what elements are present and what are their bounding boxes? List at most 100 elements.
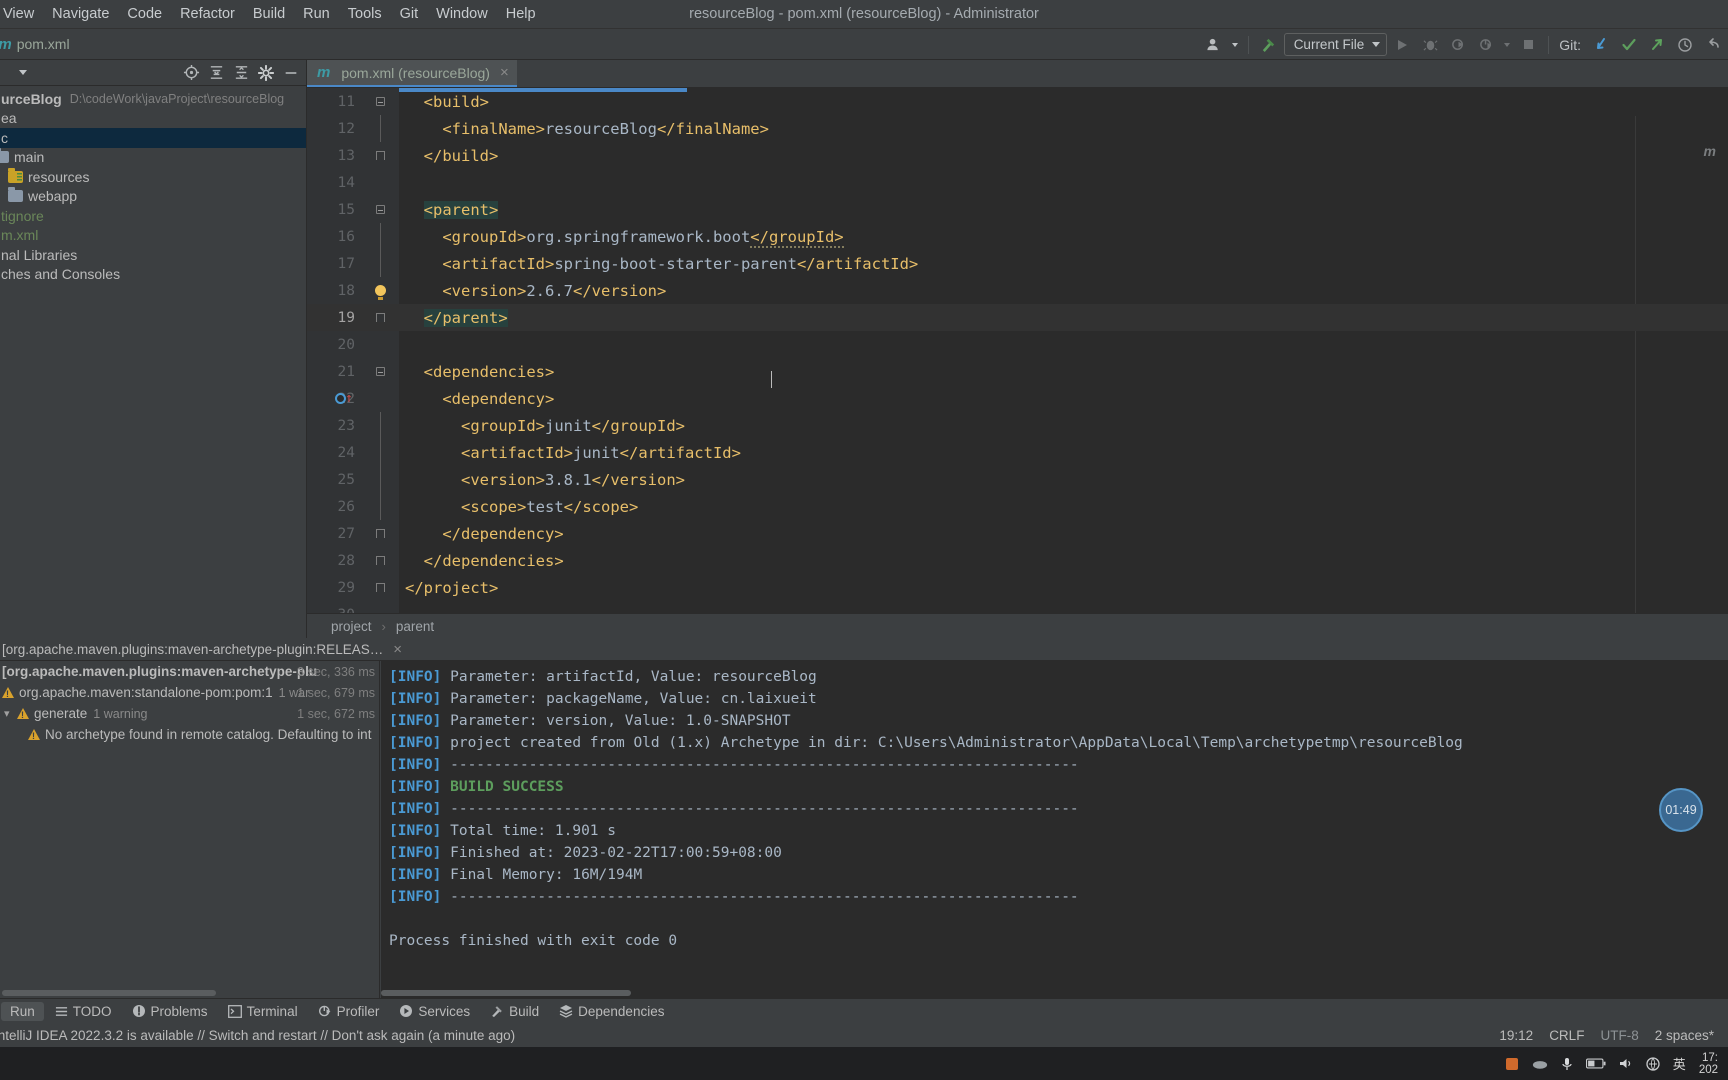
line-separator[interactable]: CRLF [1549,1028,1584,1043]
project-tree[interactable]: urceBlog D:\codeWork\javaProject\resourc… [0,86,306,284]
editor-tab-pom-xml[interactable]: m pom.xml (resourceBlog) × [307,60,517,87]
debug-button[interactable] [1417,32,1443,57]
project-view-dropdown-icon[interactable] [12,62,34,84]
fold-end-icon[interactable] [375,529,385,538]
gutter-marker[interactable] [361,151,399,160]
code-text[interactable]: <parent> [399,200,499,219]
code-text[interactable]: </build> [399,147,499,165]
tree-item-main[interactable]: main [0,148,306,168]
code-text[interactable]: <finalName>resourceBlog</finalName> [399,120,769,138]
gutter-marker[interactable] [361,439,399,466]
hide-panel-icon[interactable] [280,62,302,84]
code-text[interactable]: <build> [399,93,489,111]
user-account-dropdown-icon[interactable] [1229,32,1241,57]
menu-build[interactable]: Build [244,3,294,25]
build-tree-panel[interactable]: [org.apache.maven.plugins:maven-archetyp… [0,661,380,998]
toolwindow-services[interactable]: Services [390,1002,479,1021]
build-tree-row-standalone-pom[interactable]: org.apache.maven:standalone-pom:pom:1 1 … [0,682,379,703]
tree-item-src[interactable]: c [0,128,306,148]
git-update-icon[interactable] [1588,32,1614,57]
code-line[interactable]: 25 <version>3.8.1</version> [307,466,1728,493]
toolwindow-problems[interactable]: Problems [123,1002,217,1021]
code-text[interactable]: <dependencies> [399,363,555,381]
git-push-icon[interactable] [1644,32,1670,57]
taskbar-app-icon[interactable] [1505,1057,1519,1071]
tree-item-pomxml[interactable]: m.xml [0,226,306,246]
build-tree-row-generate[interactable]: ▾ generate 1 warning 1 sec, 672 ms [0,703,379,724]
file-encoding[interactable]: UTF-8 [1600,1028,1638,1043]
breadcrumb-parent[interactable]: parent [396,619,434,634]
menu-git[interactable]: Git [391,3,428,25]
gutter-marker[interactable] [361,493,399,520]
taskbar-microphone-icon[interactable] [1561,1057,1573,1071]
tree-item-scratches-and-consoles[interactable]: ches and Consoles [0,265,306,285]
gutter-marker[interactable] [361,583,399,592]
taskbar-input-method-logo-icon[interactable] [1646,1056,1660,1071]
status-message[interactable]: IntelliJ IDEA 2022.3.2 is available // S… [0,1028,515,1043]
code-text[interactable]: <groupId>junit</groupId> [399,417,685,435]
collapse-all-icon[interactable] [230,62,252,84]
toolwindow-todo[interactable]: TODO [46,1002,121,1021]
expand-all-icon[interactable] [205,62,227,84]
taskbar-volume-icon[interactable] [1619,1057,1633,1070]
taskbar-battery-icon[interactable] [1585,1058,1606,1069]
stop-button[interactable] [1515,32,1541,57]
tree-item-idea[interactable]: ea [0,109,306,129]
code-text[interactable]: </parent> [399,308,508,327]
git-history-icon[interactable] [1672,32,1698,57]
code-text[interactable]: </dependencies> [399,552,564,570]
code-line[interactable]: 14 [307,169,1728,196]
console-horizontal-scrollbar[interactable] [381,990,631,996]
code-text[interactable]: <dependency> [399,390,554,408]
code-line[interactable]: 24 <artifactId>junit</artifactId> [307,439,1728,466]
code-line[interactable]: 26 <scope>test</scope> [307,493,1728,520]
git-rollback-icon[interactable] [1700,32,1726,57]
code-text[interactable]: </project> [399,579,498,597]
taskbar-clock[interactable]: 17: 202 [1699,1052,1718,1076]
taskbar-cloud-icon[interactable] [1532,1058,1548,1070]
fold-collapse-icon[interactable] [375,205,385,214]
gutter-marker[interactable] [361,285,399,300]
gutter-marker[interactable] [361,313,399,322]
fold-collapse-icon[interactable] [375,367,385,376]
toolwindow-profiler[interactable]: Profiler [309,1002,389,1021]
chevron-down-icon[interactable]: ▾ [4,707,14,720]
menu-refactor[interactable]: Refactor [171,3,244,25]
gutter-marker[interactable] [361,250,399,277]
close-icon[interactable]: × [393,641,402,658]
code-line[interactable]: 28 </dependencies> [307,547,1728,574]
user-account-icon[interactable] [1201,32,1227,57]
intention-bulb-icon[interactable] [374,285,386,300]
taskbar-ime-indicator[interactable]: 英 [1673,1054,1686,1073]
fold-end-icon[interactable] [375,556,385,565]
menu-window[interactable]: Window [427,3,497,25]
code-text[interactable]: <scope>test</scope> [399,498,638,516]
code-line[interactable]: 30 [307,601,1728,614]
menu-help[interactable]: Help [497,3,545,25]
gutter-marker[interactable] [361,223,399,250]
code-line[interactable]: 17 <artifactId>spring-boot-starter-paren… [307,250,1728,277]
menu-tools[interactable]: Tools [339,3,391,25]
close-icon[interactable]: × [500,64,509,81]
code-line[interactable]: 16 <groupId>org.springframework.boot</gr… [307,223,1728,250]
menu-code[interactable]: Code [118,3,171,25]
fold-collapse-icon[interactable] [375,97,385,106]
build-tree-row-root[interactable]: [org.apache.maven.plugins:maven-archetyp… [0,661,379,682]
code-line[interactable]: 27 </dependency> [307,520,1728,547]
tree-item-gitignore[interactable]: tignore [0,206,306,226]
menu-run[interactable]: Run [294,3,339,25]
fold-end-icon[interactable] [375,583,385,592]
gutter-marker[interactable]: ↑ [335,392,399,405]
select-opened-file-icon[interactable] [180,62,202,84]
git-commit-icon[interactable] [1616,32,1642,57]
code-text[interactable]: <artifactId>junit</artifactId> [399,444,741,462]
code-line[interactable]: 29 </project> [307,574,1728,601]
toolwindow-build[interactable]: Build [481,1002,548,1021]
code-line[interactable]: 12 <finalName>resourceBlog</finalName> [307,115,1728,142]
fold-end-icon[interactable] [375,151,385,160]
build-tab-title[interactable]: [org.apache.maven.plugins:maven-archetyp… [2,642,383,657]
code-line[interactable]: 19 </parent> [307,304,1728,331]
code-line[interactable]: 22 ↑ <dependency> [307,385,1728,412]
toolwindow-dependencies[interactable]: Dependencies [550,1002,673,1021]
navbar-file-label[interactable]: pom.xml [17,36,70,52]
